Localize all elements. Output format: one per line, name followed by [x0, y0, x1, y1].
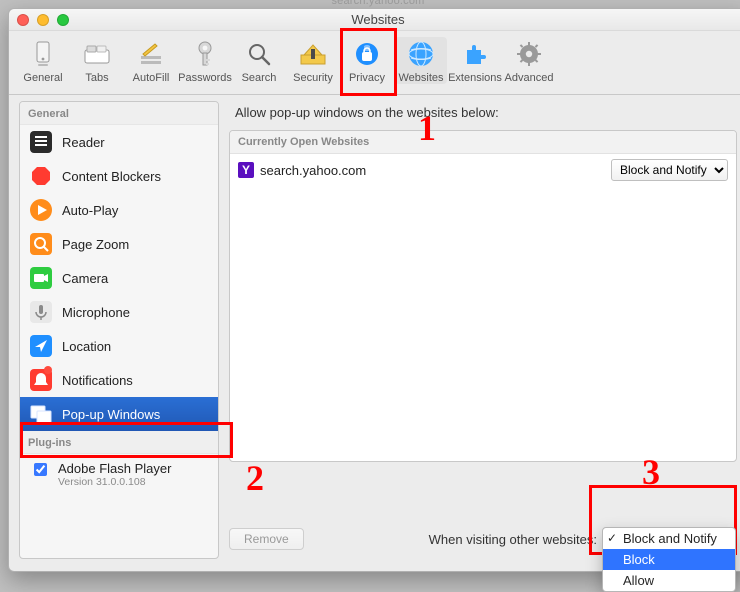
sidebar-item-reader[interactable]: Reader	[20, 125, 218, 159]
sidebar[interactable]: General Reader Content Blockers Auto-Pla…	[19, 101, 219, 559]
tab-search[interactable]: Search	[233, 37, 285, 84]
window-title: Websites	[9, 12, 740, 27]
sidebar-item-camera[interactable]: Camera	[20, 261, 218, 295]
tabs-icon	[82, 39, 112, 69]
extensions-icon	[460, 39, 490, 69]
plugin-checkbox[interactable]	[34, 463, 47, 476]
tab-advanced[interactable]: Advanced	[503, 37, 555, 84]
yahoo-favicon-icon: Y	[238, 162, 254, 178]
plugin-version: Version 31.0.0.108	[58, 476, 171, 488]
truncated-url: search.yahoo.com	[9, 0, 740, 7]
autofill-icon	[136, 39, 166, 69]
tab-passwords[interactable]: Passwords	[179, 37, 231, 84]
security-icon	[298, 39, 328, 69]
popup-windows-icon	[30, 403, 52, 425]
sidebar-item-location[interactable]: Location	[20, 329, 218, 363]
passwords-icon	[190, 39, 220, 69]
main-panel: Allow pop-up windows on the websites bel…	[229, 101, 737, 559]
menu-item-block-notify[interactable]: ✓Block and Notify	[603, 528, 735, 549]
sidebar-item-label: Reader	[62, 135, 105, 150]
page-zoom-icon	[30, 233, 52, 255]
table-row[interactable]: Y search.yahoo.com Block and Notify	[230, 154, 736, 186]
plugin-row-flash[interactable]: Adobe Flash Player Version 31.0.0.108	[20, 454, 218, 495]
sidebar-item-page-zoom[interactable]: Page Zoom	[20, 227, 218, 261]
sidebar-item-label: Camera	[62, 271, 108, 286]
table-header: Currently Open Websites	[230, 131, 736, 154]
sidebar-item-label: Notifications	[62, 373, 133, 388]
tab-privacy[interactable]: Privacy	[341, 37, 393, 84]
tab-extensions[interactable]: Extensions	[449, 37, 501, 84]
tab-tabs[interactable]: Tabs	[71, 37, 123, 84]
microphone-icon	[30, 301, 52, 323]
preferences-toolbar: General Tabs AutoFill Passwords Search S…	[9, 31, 740, 95]
tab-general[interactable]: General	[17, 37, 69, 84]
sidebar-group-plugins: Plug-ins	[20, 431, 218, 454]
notification-badge-icon	[44, 366, 52, 374]
sidebar-item-label: Microphone	[62, 305, 130, 320]
preferences-window: search.yahoo.com Websites General Tabs A…	[8, 8, 740, 572]
main-footer: Remove When visiting other websites: ✓Bl…	[229, 519, 737, 559]
gear-icon	[514, 39, 544, 69]
close-window-icon[interactable]	[17, 14, 29, 26]
sidebar-item-label: Auto-Play	[62, 203, 118, 218]
default-permission-select[interactable]: ✓Block and Notify Block Allow	[603, 528, 737, 550]
site-hostname: search.yahoo.com	[260, 163, 366, 178]
content-blockers-icon	[30, 165, 52, 187]
menu-item-allow[interactable]: Allow	[603, 570, 735, 591]
site-permission-select[interactable]: Block and Notify	[611, 159, 728, 181]
sidebar-item-microphone[interactable]: Microphone	[20, 295, 218, 329]
location-icon	[30, 335, 52, 357]
auto-play-icon	[30, 199, 52, 221]
sidebar-item-popup-windows[interactable]: Pop-up Windows	[20, 397, 218, 431]
plugin-name: Adobe Flash Player	[58, 461, 171, 476]
minimize-window-icon[interactable]	[37, 14, 49, 26]
tab-security[interactable]: Security	[287, 37, 339, 84]
sidebar-item-label: Content Blockers	[62, 169, 161, 184]
reader-icon	[30, 131, 52, 153]
sidebar-item-label: Location	[62, 339, 111, 354]
remove-button[interactable]: Remove	[229, 528, 304, 550]
menu-item-block[interactable]: Block	[603, 549, 735, 570]
privacy-icon	[352, 39, 382, 69]
websites-table: Currently Open Websites Y search.yahoo.c…	[229, 130, 737, 462]
sidebar-item-notifications[interactable]: Notifications	[20, 363, 218, 397]
sidebar-item-label: Pop-up Windows	[62, 407, 160, 422]
tab-autofill[interactable]: AutoFill	[125, 37, 177, 84]
camera-icon	[30, 267, 52, 289]
sidebar-group-general: General	[20, 102, 218, 125]
titlebar[interactable]: Websites	[9, 9, 740, 31]
tab-websites[interactable]: Websites	[395, 37, 447, 84]
main-heading: Allow pop-up windows on the websites bel…	[235, 105, 737, 120]
sidebar-item-label: Page Zoom	[62, 237, 129, 252]
checkmark-icon: ✓	[607, 531, 617, 545]
websites-icon	[406, 39, 436, 69]
sidebar-item-auto-play[interactable]: Auto-Play	[20, 193, 218, 227]
permission-menu[interactable]: ✓Block and Notify Block Allow	[602, 527, 736, 592]
sidebar-item-content-blockers[interactable]: Content Blockers	[20, 159, 218, 193]
zoom-window-icon[interactable]	[57, 14, 69, 26]
search-icon	[244, 39, 274, 69]
footer-label: When visiting other websites:	[429, 532, 597, 547]
general-icon	[28, 39, 58, 69]
